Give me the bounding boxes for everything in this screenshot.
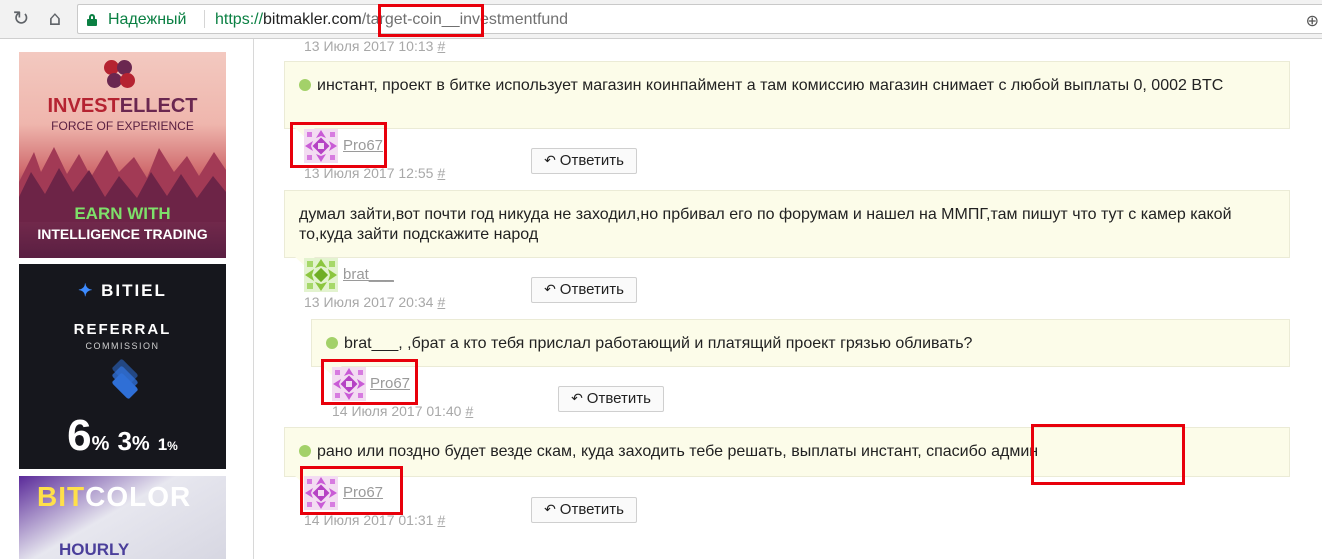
zoom-icon[interactable]: ⊕ [1306,11,1319,30]
ad-investellect[interactable]: INVESTELLECT FORCE OF EXPERIENCE EARN WI… [19,52,226,258]
comment-bubble: думал зайти,вот почти год никуда не захо… [284,190,1290,266]
comment-text: думал зайти,вот почти год никуда не захо… [299,206,1232,243]
security-label: Надежный [108,11,187,28]
reply-button[interactable]: ↶ Ответить [531,277,637,303]
comment-author[interactable]: Pro67 [343,484,383,501]
online-status-icon [299,445,311,457]
reply-arrow-icon: ↶ [544,502,556,518]
sidebar-divider [253,39,254,559]
rate-level-2: 3 [117,426,132,456]
comment-permalink[interactable]: # [437,294,445,310]
reply-button[interactable]: ↶ Ответить [531,497,637,523]
ad-brand: ✦ BITIEL [78,281,167,300]
reply-button[interactable]: ↶ Ответить [531,148,637,174]
comment-permalink[interactable]: # [437,39,445,54]
comment-author[interactable]: brat___ [343,266,394,283]
comment-date: 14 Июля 2017 01:31 # [304,512,446,528]
lock-icon [87,14,97,26]
url-text[interactable]: https://bitmakler.com/target-coin__inves… [215,11,568,29]
comment-date: 13 Июля 2017 20:34 # [304,294,446,310]
online-status-icon [299,79,311,91]
separator [204,10,205,28]
comment-author[interactable]: Pro67 [370,375,410,392]
commission-rates: 6% 3% 1% [67,411,178,460]
avatar-icon[interactable] [304,258,338,292]
reply-arrow-icon: ↶ [571,391,583,407]
ad-cta-line2: INTELLIGENCE TRADING [37,226,208,242]
reply-arrow-icon: ↶ [544,282,556,298]
ad-brand: INVESTELLECT [47,95,198,117]
rate-level-3: 1 [157,435,168,454]
address-bar[interactable]: Надежный https://bitmakler.com/target-co… [77,4,1322,34]
comment-date: 14 Июля 2017 01:40 # [332,403,474,419]
comment-text: инстант, проект в битке использует магаз… [317,77,1224,94]
url-host: bitmakler.com [263,11,362,28]
comment-bubble: инстант, проект в битке использует магаз… [284,61,1290,137]
avatar-icon[interactable] [304,129,338,163]
bitiel-logo-icon: ✦ [78,281,95,300]
rate-level-1: 6 [67,411,92,460]
comment-bubble: рано или поздно будет везде скам, куда з… [284,427,1290,485]
comment-permalink[interactable]: # [437,165,445,181]
ad-tagline: FORCE OF EXPERIENCE [51,119,194,133]
ad-line1: HOURLY [59,540,130,559]
ad-cta-line1: EARN WITH [74,204,171,223]
comment-bubble: brat___, ,брат а кто тебя прислал работа… [311,319,1290,375]
comment-text: рано или поздно будет везде скам, куда з… [317,443,1039,460]
reply-arrow-icon: ↶ [544,153,556,169]
browser-toolbar: ↻ ⌂ Надежный https://bitmakler.com/targe… [0,0,1322,39]
ad-line2: COMMISSION [85,341,160,351]
comments-section: 13 Июля 2017 10:13 # инстант, проект в би… [266,39,1322,559]
comment-permalink[interactable]: # [437,512,445,528]
avatar-icon[interactable] [304,476,338,510]
brain-logo-icon [104,60,138,92]
comment-date: 13 Июля 2017 12:55 # [304,165,446,181]
comment-text: brat___, ,брат а кто тебя прислал работа… [344,335,973,352]
url-scheme: https:// [215,11,264,28]
ad-line1: REFERRAL [73,321,172,338]
ad-bitiel[interactable]: ✦ BITIEL REFERRAL COMMISSION 6% 3% 1% [19,264,226,469]
reload-icon[interactable]: ↻ [8,5,34,31]
home-icon[interactable]: ⌂ [42,5,68,31]
comment-author[interactable]: Pro67 [343,137,383,154]
url-path: /target-coin__investmentfund [361,11,569,28]
reply-button[interactable]: ↶ Ответить [558,386,664,412]
layers-icon [108,358,142,400]
avatar-icon[interactable] [332,367,366,401]
comment-permalink[interactable]: # [465,403,473,419]
online-status-icon [326,337,338,349]
ad-brand: BITCOLOR [37,481,192,512]
ad-bitcolor[interactable]: BITCOLOR HOURLY [19,476,226,559]
comment-date: 13 Июля 2017 10:13 # [304,39,446,54]
